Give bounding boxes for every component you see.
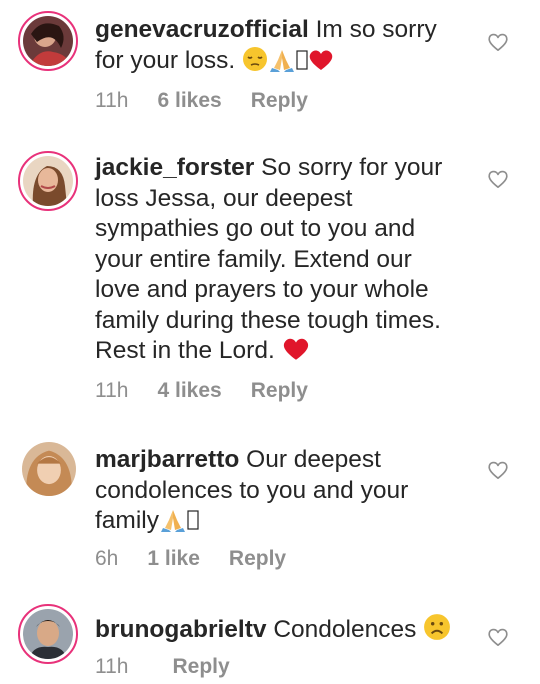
- comment-body: So sorry for your loss Jessa, our deepes…: [95, 154, 443, 364]
- comment-username[interactable]: genevacruzofficial: [95, 16, 309, 43]
- comment-time: 11h: [95, 379, 129, 402]
- comment-username[interactable]: marjbarretto: [95, 446, 239, 473]
- comment-time: 11h: [95, 89, 129, 112]
- comment-meta: 6h 1 like Reply: [95, 547, 286, 571]
- comment-meta: 11h 4 likes Reply: [95, 379, 308, 403]
- comment-text: genevacruzofficial Im so sorry for your …: [95, 15, 455, 80]
- pensive-face-icon: [242, 46, 268, 81]
- comment-meta: 11h Reply: [95, 655, 230, 679]
- folded-hands-icon: [268, 46, 296, 81]
- folded-hands-icon: [159, 506, 187, 541]
- missing-glyph-icon: [296, 48, 308, 81]
- comment-body: Condolences: [273, 616, 417, 643]
- comment-likes[interactable]: 1 like: [147, 547, 200, 571]
- comment-time: 6h: [95, 547, 119, 570]
- reply-button[interactable]: Reply: [172, 655, 229, 679]
- reply-button[interactable]: Reply: [251, 89, 308, 113]
- frowning-face-icon: [423, 613, 451, 650]
- comment-meta: 11h 6 likes Reply: [95, 89, 308, 113]
- comment-likes[interactable]: 4 likes: [157, 379, 221, 403]
- like-heart-icon[interactable]: [487, 169, 509, 189]
- avatar[interactable]: [18, 11, 78, 71]
- like-heart-icon[interactable]: [487, 32, 509, 52]
- comment-username[interactable]: brunogabrieltv: [95, 616, 267, 643]
- reply-button[interactable]: Reply: [251, 379, 308, 403]
- comment-username[interactable]: jackie_forster: [95, 154, 254, 181]
- comment-text: brunogabrieltv Condolences: [95, 613, 455, 650]
- red-heart-icon: [282, 336, 310, 371]
- avatar[interactable]: [18, 151, 78, 211]
- red-heart-icon: [308, 48, 334, 81]
- comment-text: jackie_forster So sorry for your loss Je…: [95, 153, 455, 371]
- comment-likes[interactable]: 6 likes: [157, 89, 221, 113]
- like-heart-icon[interactable]: [487, 460, 509, 480]
- reply-button[interactable]: Reply: [229, 547, 286, 571]
- avatar[interactable]: [18, 604, 78, 664]
- comment-time: 11h: [95, 655, 129, 678]
- avatar[interactable]: [22, 442, 76, 496]
- like-heart-icon[interactable]: [487, 627, 509, 647]
- comment-text: marjbarretto Our deepest condolences to …: [95, 445, 455, 541]
- missing-glyph-icon: [187, 508, 199, 541]
